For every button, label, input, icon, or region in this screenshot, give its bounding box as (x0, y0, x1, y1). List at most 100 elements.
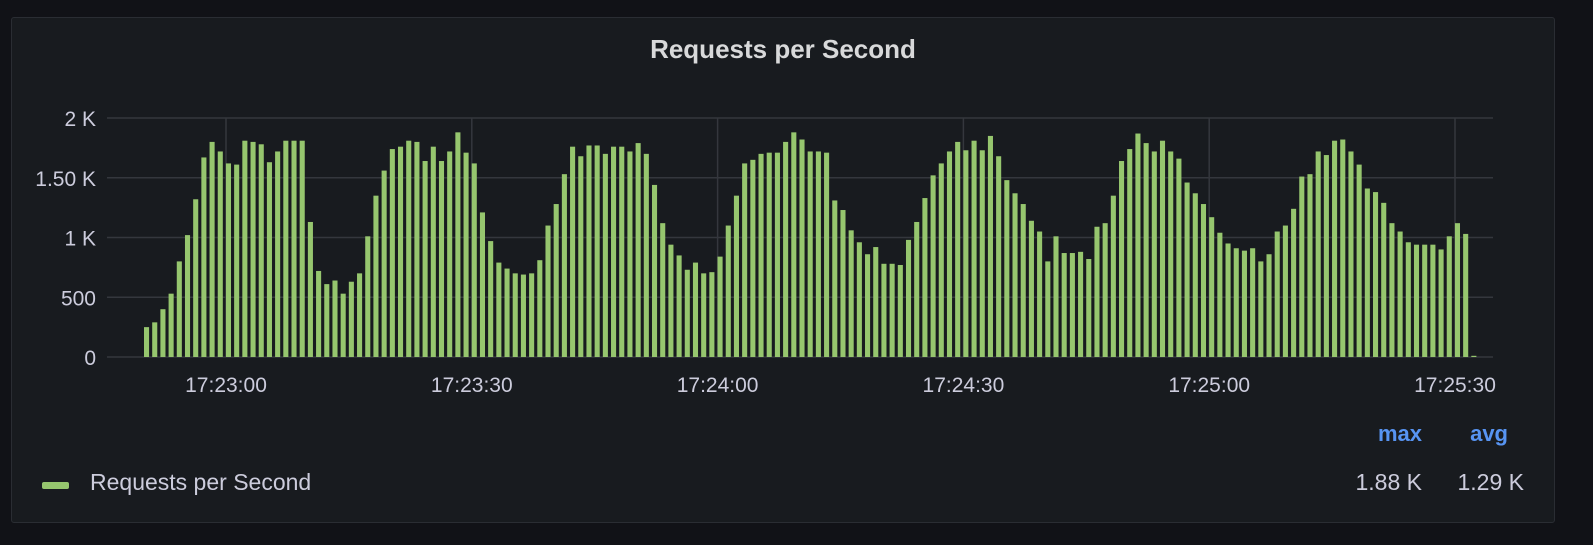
bar[interactable] (701, 273, 707, 357)
bar[interactable] (1348, 151, 1354, 357)
bar[interactable] (758, 153, 764, 357)
bar[interactable] (840, 210, 846, 357)
bar[interactable] (1299, 176, 1305, 357)
bar[interactable] (1200, 204, 1207, 357)
bar[interactable] (1454, 223, 1461, 357)
bar[interactable] (930, 175, 936, 357)
bar[interactable] (496, 262, 502, 357)
bar[interactable] (1446, 236, 1452, 357)
bar[interactable] (1291, 208, 1297, 357)
bar[interactable] (422, 161, 428, 357)
bar[interactable] (832, 200, 838, 357)
bar[interactable] (209, 141, 215, 357)
bar[interactable] (1438, 249, 1444, 357)
bar[interactable] (365, 236, 371, 357)
bar[interactable] (1315, 151, 1321, 357)
bar[interactable] (692, 262, 699, 357)
bar[interactable] (676, 255, 682, 357)
bar[interactable] (1020, 204, 1026, 357)
bar[interactable] (176, 261, 182, 357)
bar[interactable] (1282, 225, 1288, 357)
bar[interactable] (520, 274, 526, 357)
bar[interactable] (1225, 243, 1231, 357)
bar[interactable] (1332, 140, 1338, 357)
bar[interactable] (996, 156, 1002, 357)
bar[interactable] (1004, 180, 1010, 357)
bar[interactable] (766, 152, 772, 357)
bar[interactable] (1422, 244, 1428, 357)
bar[interactable] (152, 322, 158, 357)
bar[interactable] (799, 139, 805, 357)
bar[interactable] (725, 225, 731, 357)
bar[interactable] (397, 146, 404, 357)
bar[interactable] (1381, 202, 1387, 357)
bar[interactable] (750, 159, 756, 357)
bar[interactable] (963, 150, 969, 357)
bar[interactable] (1192, 193, 1198, 357)
bar[interactable] (1159, 140, 1166, 357)
bar[interactable] (938, 163, 944, 357)
bar[interactable] (1094, 226, 1100, 357)
bar[interactable] (537, 260, 543, 357)
bar[interactable] (905, 239, 912, 357)
bar[interactable] (1037, 231, 1043, 357)
bar[interactable] (250, 141, 256, 357)
bar[interactable] (1053, 236, 1059, 357)
bar[interactable] (545, 225, 551, 357)
bar[interactable] (1151, 151, 1157, 357)
bar[interactable] (266, 162, 272, 357)
bar[interactable] (291, 140, 297, 357)
bar[interactable] (553, 204, 559, 357)
bar[interactable] (332, 280, 338, 357)
bar[interactable] (946, 151, 953, 357)
bar[interactable] (897, 264, 903, 357)
bar[interactable] (635, 143, 641, 357)
bar[interactable] (488, 241, 494, 357)
bar[interactable] (479, 212, 486, 357)
bar[interactable] (1135, 133, 1141, 357)
bar[interactable] (709, 272, 715, 357)
bar[interactable] (1430, 244, 1436, 357)
bar[interactable] (1373, 192, 1379, 357)
bar[interactable] (619, 146, 625, 357)
bar[interactable] (463, 152, 469, 357)
bar[interactable] (1413, 244, 1420, 357)
bar[interactable] (815, 151, 821, 357)
bar[interactable] (381, 170, 387, 357)
bar[interactable] (1176, 158, 1182, 357)
bar[interactable] (1168, 151, 1174, 357)
bar[interactable] (627, 151, 633, 357)
bar[interactable] (283, 140, 289, 357)
bar[interactable] (979, 150, 985, 357)
bar[interactable] (242, 140, 248, 357)
bar[interactable] (1405, 242, 1411, 357)
bar[interactable] (1364, 188, 1370, 358)
bar[interactable] (1233, 248, 1239, 357)
bar[interactable] (602, 153, 608, 357)
bar[interactable] (1471, 355, 1477, 357)
bar[interactable] (856, 242, 862, 357)
bar[interactable] (1028, 220, 1034, 357)
bar[interactable] (1258, 261, 1264, 357)
bar[interactable] (684, 269, 690, 357)
bar[interactable] (807, 151, 813, 357)
bar[interactable] (447, 151, 453, 357)
bar[interactable] (1340, 139, 1346, 357)
bar[interactable] (578, 156, 584, 357)
bar[interactable] (987, 135, 993, 357)
bar[interactable] (430, 146, 436, 357)
bar[interactable] (1078, 251, 1084, 357)
bar[interactable] (438, 161, 445, 357)
bar[interactable] (742, 163, 748, 357)
bar[interactable] (316, 270, 322, 357)
bar[interactable] (258, 144, 264, 357)
bar[interactable] (1241, 250, 1247, 357)
bar[interactable] (299, 140, 305, 357)
bar[interactable] (783, 141, 789, 357)
bar[interactable] (275, 151, 281, 357)
bar[interactable] (1209, 217, 1215, 357)
bar[interactable] (865, 254, 871, 357)
bar[interactable] (1110, 195, 1116, 357)
bar[interactable] (955, 141, 961, 357)
bar[interactable] (217, 151, 223, 357)
